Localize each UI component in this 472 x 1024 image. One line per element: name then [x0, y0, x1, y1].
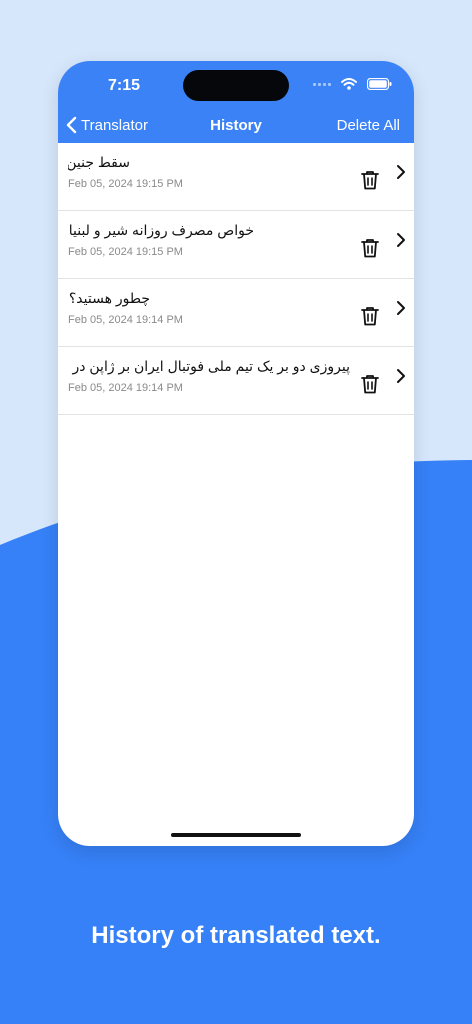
chevron-right-icon[interactable]: [395, 232, 407, 248]
history-row[interactable]: سقط جنین Feb 05, 2024 19:15 PM: [58, 143, 414, 211]
history-text: پیروزی دو بر یک تیم ملی فوتبال ایران بر …: [68, 358, 350, 374]
history-date: Feb 05, 2024 19:14 PM: [68, 314, 183, 326]
battery-icon: [367, 78, 392, 90]
promo-caption: History of translated text.: [91, 922, 381, 949]
trash-icon[interactable]: [359, 169, 381, 191]
home-indicator[interactable]: [171, 833, 301, 837]
delete-all-button[interactable]: Delete All: [337, 117, 400, 134]
chevron-right-icon[interactable]: [395, 368, 407, 384]
history-list: سقط جنین Feb 05, 2024 19:15 PM خواص مصرف…: [58, 143, 414, 415]
chevron-right-icon[interactable]: [395, 164, 407, 180]
phone-frame: 7:15 Translator History Delete All سقط ج…: [58, 61, 414, 846]
history-date: Feb 05, 2024 19:14 PM: [68, 382, 183, 394]
chevron-right-icon[interactable]: [395, 300, 407, 316]
navigation-bar: Translator History Delete All: [58, 111, 414, 143]
status-time: 7:15: [108, 77, 141, 94]
history-text: چطور هستید؟: [68, 290, 150, 306]
dynamic-island: [183, 70, 289, 101]
status-icons: [313, 78, 392, 90]
history-row[interactable]: چطور هستید؟ Feb 05, 2024 19:14 PM: [58, 279, 414, 347]
trash-icon[interactable]: [359, 305, 381, 327]
trash-icon[interactable]: [359, 373, 381, 395]
history-date: Feb 05, 2024 19:15 PM: [68, 178, 183, 190]
trash-icon[interactable]: [359, 237, 381, 259]
history-text: خواص مصرف روزانه شیر و لبنیات: [68, 222, 254, 238]
signal-icon: [313, 82, 331, 86]
history-text: سقط جنین: [68, 154, 130, 170]
status-bar: 7:15: [58, 61, 414, 111]
history-row[interactable]: پیروزی دو بر یک تیم ملی فوتبال ایران بر …: [58, 347, 414, 415]
history-date: Feb 05, 2024 19:15 PM: [68, 246, 183, 258]
history-row[interactable]: خواص مصرف روزانه شیر و لبنیات Feb 05, 20…: [58, 211, 414, 279]
wifi-icon: [341, 78, 357, 90]
